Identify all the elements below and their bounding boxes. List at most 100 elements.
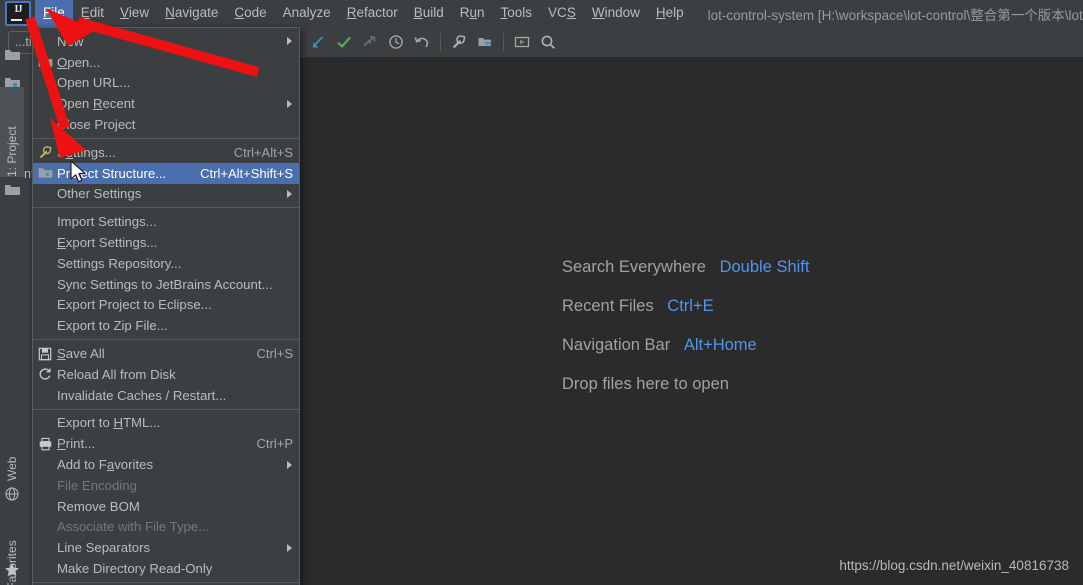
menu-item-label: Export Project to Eclipse... xyxy=(57,297,212,313)
menu-item-line-separators[interactable]: Line Separators xyxy=(33,537,299,558)
menu-item-label: Other Settings xyxy=(57,186,142,202)
hint-navigation-bar: Navigation Bar Alt+Home xyxy=(562,336,757,355)
menu-item-label: Settings... xyxy=(57,144,116,160)
menu-item-label: Settings Repository... xyxy=(57,255,182,271)
update-project-icon[interactable] xyxy=(306,30,330,54)
menu-item-export-to-html[interactable]: Export to HTML... xyxy=(33,413,299,434)
menu-item-icon-slot xyxy=(33,295,57,315)
menu-bar-item-help[interactable]: Help xyxy=(648,0,692,27)
hint-label: Drop files here to open xyxy=(562,375,729,393)
menu-bar-item-navigate[interactable]: Navigate xyxy=(157,0,226,27)
menu-item-icon-slot xyxy=(33,496,57,516)
menu-item-reload-all-from-disk[interactable]: Reload All from Disk xyxy=(33,364,299,385)
menu-bar-items: File Edit View Navigate Code Analyze Refactor B… xyxy=(35,0,692,27)
menu-item-add-to-favorites[interactable]: Add to Favorites xyxy=(33,454,299,475)
menu-separator xyxy=(33,339,299,341)
menu-item-make-directory-read-only[interactable]: Make Directory Read-Only xyxy=(33,558,299,579)
menu-bar-item-refactor[interactable]: Refactor xyxy=(339,0,406,27)
menu-item-open-recent[interactable]: Open Recent xyxy=(33,93,299,114)
menu-item-label: Project Structure... xyxy=(57,165,167,181)
menu-bar-item-analyze[interactable]: Analyze xyxy=(275,0,339,27)
menu-item-label: Open URL... xyxy=(57,75,131,91)
menu-item-close-project[interactable]: Close Project xyxy=(33,114,299,135)
menu-item-label: Print... xyxy=(57,436,96,452)
menu-item-icon-slot xyxy=(33,517,57,537)
menu-bar-item-build[interactable]: Build xyxy=(406,0,452,27)
menu-item-icon-slot xyxy=(33,538,57,558)
project-structure-icon xyxy=(33,163,57,183)
menu-bar-item-view[interactable]: View xyxy=(112,0,157,27)
menu-item-export-to-zip-file[interactable]: Export to Zip File... xyxy=(33,315,299,336)
menu-item-label: Associate with File Type... xyxy=(57,519,210,535)
menu-item-icon-slot xyxy=(33,73,57,93)
submenu-arrow-icon xyxy=(287,37,292,46)
menu-item-label: New xyxy=(57,33,84,49)
history-icon[interactable] xyxy=(384,30,408,54)
star-icon xyxy=(0,557,24,583)
menu-item-label: Open Recent xyxy=(57,96,135,112)
submenu-arrow-icon xyxy=(287,189,292,198)
menu-item-icon-slot xyxy=(33,212,57,232)
menu-item-export-settings[interactable]: Export Settings... xyxy=(33,232,299,253)
menu-item-import-settings[interactable]: Import Settings... xyxy=(33,211,299,232)
menu-item-label: Line Separators xyxy=(57,540,151,556)
menu-bar-item-window[interactable]: Window xyxy=(584,0,648,27)
submenu-arrow-icon xyxy=(287,543,292,552)
menu-bar-item-vcs[interactable]: VCS xyxy=(540,0,584,27)
print-icon xyxy=(33,434,57,454)
menu-item-open-url[interactable]: Open URL... xyxy=(33,73,299,94)
rollback-icon[interactable] xyxy=(410,30,434,54)
menu-item-invalidate-caches-restart[interactable]: Invalidate Caches / Restart... xyxy=(33,385,299,406)
reload-icon xyxy=(33,364,57,384)
sidebar-item-web[interactable]: Web xyxy=(0,429,24,481)
menu-bar-item-code[interactable]: Code xyxy=(226,0,274,27)
menu-item-save-all[interactable]: Save All Ctrl+S xyxy=(33,343,299,364)
menu-item-export-project-to-eclipse[interactable]: Export Project to Eclipse... xyxy=(33,295,299,316)
menu-item-label: Close Project xyxy=(57,117,136,133)
submenu-arrow-icon xyxy=(287,99,292,108)
menu-item-file-encoding: File Encoding xyxy=(33,475,299,496)
sidebar-item-project[interactable]: 1: Project xyxy=(0,87,24,177)
project-structure-icon[interactable] xyxy=(473,30,497,54)
globe-icon xyxy=(0,481,24,507)
menu-item-label: Reload All from Disk xyxy=(57,366,176,382)
menu-item-settings-repository[interactable]: Settings Repository... xyxy=(33,253,299,274)
menu-item-print[interactable]: Print... Ctrl+P xyxy=(33,433,299,454)
settings-wrench-icon[interactable] xyxy=(447,30,471,54)
intellij-idea-window: FileEditViewNavigateCodeAnalyzeRefactorB… xyxy=(0,0,1083,585)
menu-item-icon-slot xyxy=(33,253,57,273)
hint-shortcut: Double Shift xyxy=(719,258,810,276)
menu-item-label: Add to Favorites xyxy=(57,457,154,473)
menu-bar-item-edit[interactable]: Edit xyxy=(73,0,112,27)
hint-shortcut: Alt+Home xyxy=(683,336,757,354)
menu-item-other-settings[interactable]: Other Settings xyxy=(33,184,299,205)
menu-bar-item-run[interactable]: Run xyxy=(452,0,493,27)
editor-empty-area: Search Everywhere Double Shift Recent Fi… xyxy=(338,57,1083,585)
menu-item-label: Open... xyxy=(57,54,101,70)
menu-item-associate-with-file-type: Associate with File Type... xyxy=(33,517,299,538)
menu-bar-item-file[interactable]: File xyxy=(35,0,73,27)
search-icon[interactable] xyxy=(536,30,560,54)
save-icon xyxy=(33,344,57,364)
menu-item-icon-slot xyxy=(33,475,57,495)
file-menu-popup[interactable]: New Open... Open URL... Open Recent Close Pr… xyxy=(32,27,300,585)
open-folder-icon[interactable] xyxy=(0,42,24,68)
menu-item-sync-settings-to-jetbrains-account[interactable]: Sync Settings to JetBrains Account... xyxy=(33,274,299,295)
commit-icon[interactable] xyxy=(332,30,356,54)
menu-item-label: Export to HTML... xyxy=(57,415,161,431)
menu-item-remove-bom[interactable]: Remove BOM xyxy=(33,496,299,517)
select-in-icon[interactable] xyxy=(510,30,534,54)
hint-label: Recent Files xyxy=(562,297,654,315)
menu-bar-item-tools[interactable]: Tools xyxy=(493,0,541,27)
menu-item-icon-slot xyxy=(33,455,57,475)
toolbar-divider xyxy=(503,33,505,51)
window-title: lot-control-system [H:\workspace\lot-con… xyxy=(707,7,1083,23)
menu-item-settings[interactable]: Settings... Ctrl+Alt+S xyxy=(33,142,299,163)
menu-item-project-structure[interactable]: Project Structure... Ctrl+Alt+Shift+S xyxy=(33,162,299,184)
menu-item-icon-slot xyxy=(33,413,57,433)
hint-drop-files: Drop files here to open xyxy=(562,375,729,394)
menu-item-new[interactable]: New xyxy=(33,31,299,52)
menu-item-open[interactable]: Open... xyxy=(33,52,299,73)
left-tool-window-strip: 1: Project Web 2: Favorites xyxy=(0,50,25,585)
sidebar-item-label: 1: Project xyxy=(5,126,19,177)
